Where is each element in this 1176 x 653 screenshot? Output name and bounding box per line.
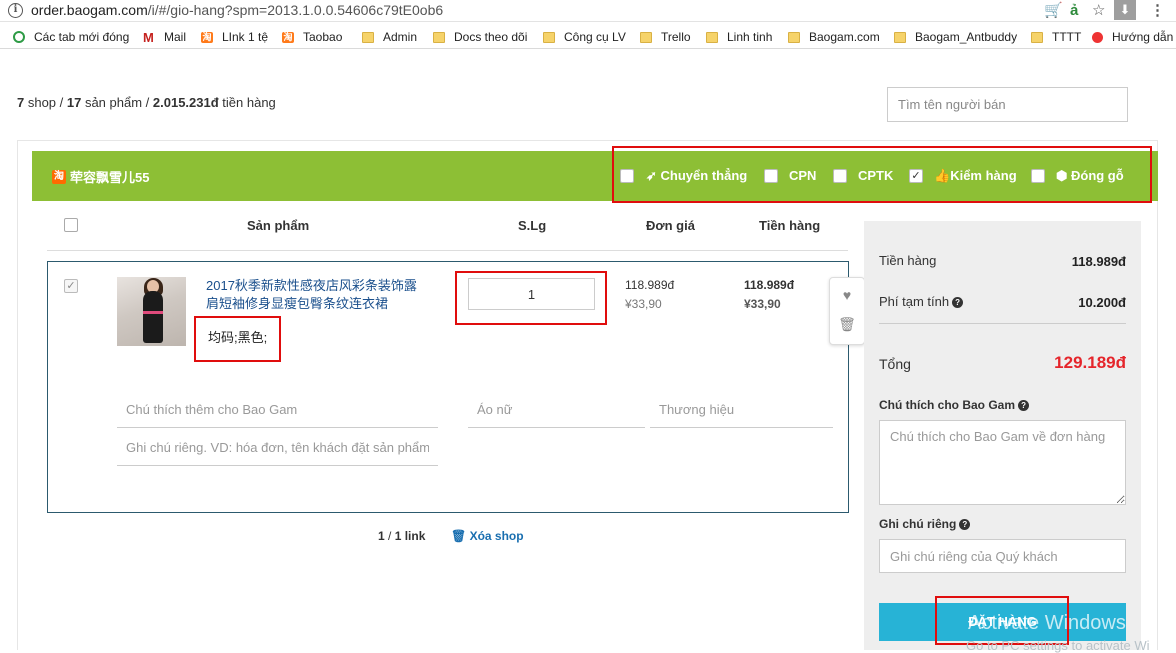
bookmark-misc[interactable]: Linh tinh xyxy=(706,29,772,45)
trash-icon: 🗑 xyxy=(451,529,467,543)
highlight-options xyxy=(612,146,1152,203)
taobao-icon: 淘 xyxy=(52,169,66,184)
private-note-input[interactable] xyxy=(879,539,1126,573)
help-icon[interactable]: ? xyxy=(959,519,971,530)
folder-icon xyxy=(894,31,906,43)
site-info-icon[interactable]: i xyxy=(8,3,23,18)
menu-icon[interactable]: ⋮ xyxy=(1150,2,1165,20)
folder-icon xyxy=(362,31,374,43)
trash-icon[interactable]: 🗑 xyxy=(830,316,864,333)
taobao-icon: 淘 xyxy=(201,31,213,43)
bookmark-trello[interactable]: Trello xyxy=(640,29,691,45)
help-icon[interactable]: ? xyxy=(952,297,964,308)
url-text[interactable]: order.baogam.com/i/#/gio-hang?spm=2013.1… xyxy=(31,2,443,18)
windows-watermark-sub: Go to PC settings to activate Wi xyxy=(966,638,1150,653)
select-all-checkbox[interactable] xyxy=(64,218,78,232)
column-total: Tiền hàng xyxy=(759,218,821,233)
order-note-textarea[interactable] xyxy=(879,420,1126,505)
bookmark-baogam[interactable]: Baogam.com xyxy=(788,29,880,45)
unit-price-cny: ¥33,90 xyxy=(625,297,662,311)
bookmark-tools[interactable]: Công cụ LV xyxy=(543,29,626,45)
windows-watermark: Activate Windows xyxy=(968,612,1126,634)
total-price-cny: ¥33,90 xyxy=(744,297,781,311)
item-checkbox[interactable]: ✓ xyxy=(64,279,78,293)
shop-name[interactable]: 淘荦容飘雪儿55 xyxy=(52,167,149,186)
cart-summary: 7 shop / 17 sản phẩm / 2.015.231đ tiền h… xyxy=(17,95,276,110)
product-title-link[interactable]: 2017秋季新款性感夜店风彩条装饰露肩短袖修身显瘦包臀条纹连衣裙 xyxy=(206,277,421,313)
bookmark-guide[interactable]: Hướng dẫn xyxy=(1092,29,1173,45)
bookmark-star-icon[interactable]: ☆ xyxy=(1092,2,1105,20)
highlight-quantity xyxy=(455,271,607,325)
help-icon[interactable]: ? xyxy=(1018,400,1030,411)
bookmark-recent-tabs[interactable]: Các tab mới đóng xyxy=(13,29,129,45)
goods-value: 118.989đ xyxy=(1071,254,1126,269)
note-label: Chú thích cho Bao Gam? xyxy=(879,398,1030,412)
total-price-vnd: 118.989đ xyxy=(744,278,795,292)
folder-icon xyxy=(640,31,652,43)
fee-label: Phí tạm tính? xyxy=(879,294,964,309)
gmail-icon: M xyxy=(143,29,154,45)
folder-icon xyxy=(706,31,718,43)
brand-input[interactable] xyxy=(650,392,833,428)
folder-icon xyxy=(1031,31,1043,43)
pagination: 1 / 1 link xyxy=(378,529,426,543)
folder-icon xyxy=(543,31,555,43)
heart-icon[interactable]: ♥ xyxy=(830,287,864,303)
product-thumbnail[interactable] xyxy=(117,277,186,346)
column-product: Sản phẩm xyxy=(247,218,310,233)
sidebar-divider xyxy=(879,323,1126,324)
bookmark-mail[interactable]: M Mail xyxy=(143,29,186,45)
category-input[interactable] xyxy=(468,392,645,428)
total-value: 129.189đ xyxy=(1054,353,1126,372)
cart-extension-icon[interactable]: 🛒 xyxy=(1044,2,1063,20)
folder-icon xyxy=(788,31,800,43)
private-note-label: Ghi chú riêng? xyxy=(879,517,971,531)
total-label: Tổng xyxy=(879,356,911,372)
bookmark-link1[interactable]: 淘 LInk 1 tệ xyxy=(201,29,268,45)
guide-icon xyxy=(1092,31,1103,43)
bookmark-admin[interactable]: Admin xyxy=(362,29,417,45)
translate-extension-icon[interactable]: ả xyxy=(1070,2,1078,20)
browser-address-bar[interactable]: i order.baogam.com/i/#/gio-hang?spm=2013… xyxy=(0,0,1176,22)
bookmark-taobao[interactable]: 淘 Taobao xyxy=(282,29,342,45)
header-divider xyxy=(47,250,848,251)
delete-shop-link[interactable]: 🗑 Xóa shop xyxy=(451,529,524,543)
bookmark-tttt[interactable]: TTTT xyxy=(1031,29,1081,45)
download-icon[interactable]: ⬇ xyxy=(1114,0,1136,20)
fee-value: 10.200đ xyxy=(1078,295,1126,310)
bookmark-docs[interactable]: Docs theo dõi xyxy=(433,29,527,45)
taobao-icon: 淘 xyxy=(282,31,294,43)
folder-icon xyxy=(433,31,445,43)
item-note-input[interactable] xyxy=(117,392,438,428)
goods-label: Tiền hàng xyxy=(879,253,937,268)
bookmarks-bar: Các tab mới đóng M Mail 淘 LInk 1 tệ 淘 Taoba… xyxy=(0,25,1176,49)
seller-search-input[interactable] xyxy=(887,87,1128,122)
highlight-variant xyxy=(194,316,281,362)
item-private-note-input[interactable] xyxy=(117,430,438,466)
column-qty: S.Lg xyxy=(518,218,547,233)
unit-price-vnd: 118.989đ xyxy=(625,278,675,292)
bookmark-antbuddy[interactable]: Baogam_Antbuddy xyxy=(894,29,1017,45)
recent-tabs-icon xyxy=(13,31,25,43)
item-actions: ♥ 🗑 xyxy=(829,277,865,345)
column-unit-price: Đơn giá xyxy=(646,218,695,233)
